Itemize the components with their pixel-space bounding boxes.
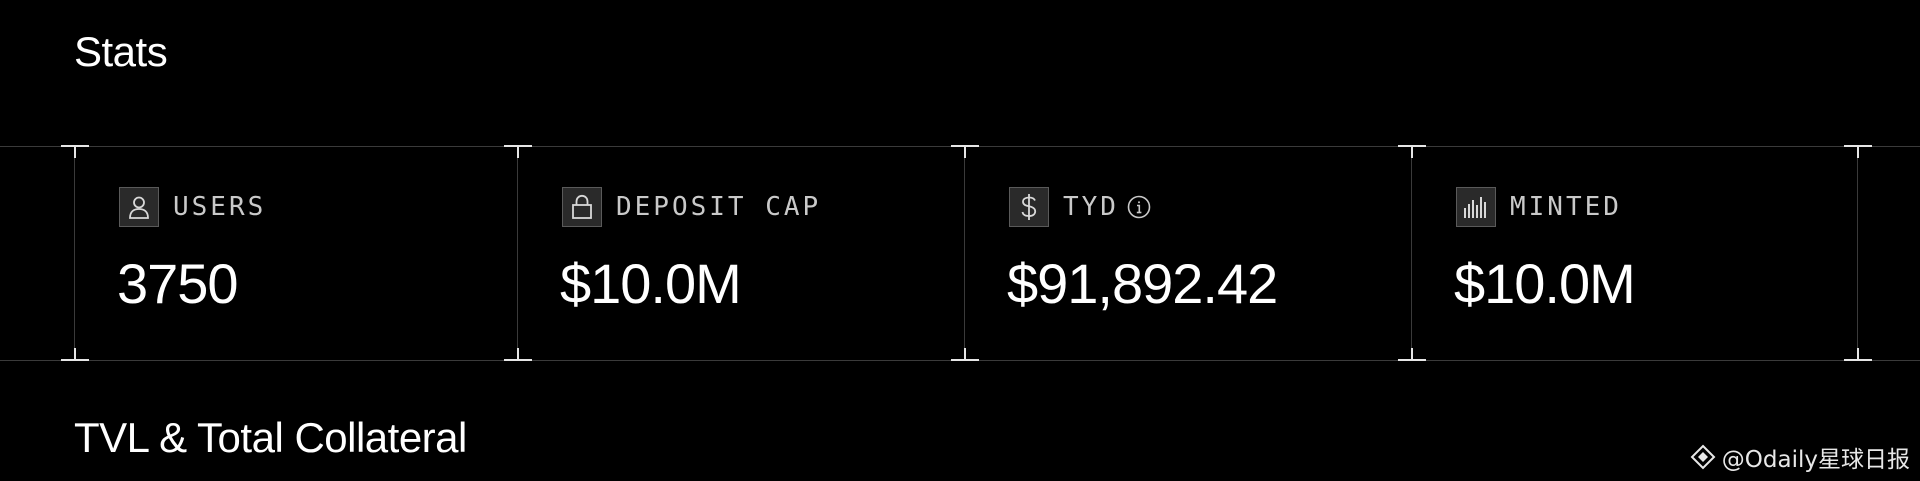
corner-tick [1857,146,1859,158]
stat-card-tyd: TYD $91,892.42 [965,147,1411,359]
watermark: @Odaily星球日报 [1690,440,1910,474]
stat-card-minted: MINTED $10.0M [1412,147,1857,359]
stats-section-title: Stats [74,28,168,75]
stat-label-deposit-cap: DEPOSIT CAP [616,192,822,222]
corner-tick [1857,348,1859,360]
stat-card-header: MINTED [1456,187,1622,227]
stat-card-deposit-cap: DEPOSIT CAP $10.0M [518,147,964,359]
stat-value-users: 3750 [117,252,239,315]
info-icon[interactable] [1127,195,1151,219]
stat-card-header: DEPOSIT CAP [562,187,821,227]
stat-value-minted: $10.0M [1454,252,1636,315]
stat-value-tyd: $91,892.42 [1007,252,1278,315]
dollar-icon [1009,187,1049,227]
stat-label-tyd: TYD [1063,192,1119,222]
stat-value-deposit-cap: $10.0M [560,252,742,315]
card-divider [1857,146,1858,360]
bar-chart-icon [1456,187,1496,227]
odaily-logo-icon [1690,444,1716,470]
user-icon [119,187,159,227]
tvl-section-title: TVL & Total Collateral [74,414,467,461]
watermark-text: @Odaily星球日报 [1721,447,1910,473]
stat-label-minted: MINTED [1510,192,1622,222]
stat-label-users: USERS [173,192,267,222]
stat-card-header: USERS [119,187,266,227]
stat-card-header: TYD [1009,187,1151,227]
lock-icon [562,187,602,227]
stat-card-users: USERS 3750 [75,147,517,359]
